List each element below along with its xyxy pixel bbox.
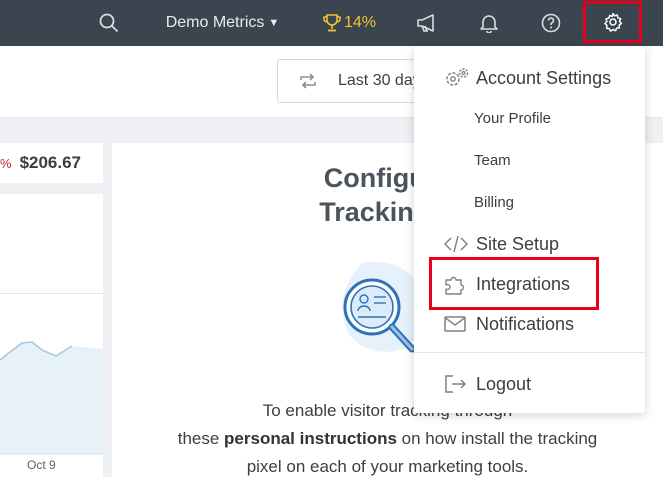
change-percent: % [0, 155, 12, 171]
menu-item-account-settings[interactable]: Account Settings [414, 64, 645, 92]
search-icon [99, 13, 119, 33]
integrations-highlight-box [429, 257, 599, 310]
setup-text-line3: pixel on each of your marketing tools. [246, 457, 529, 476]
setup-text-part3: on how install the tracking [396, 429, 598, 448]
revenue-stat: % $206.67 [0, 143, 103, 183]
menu-item-team[interactable]: Team [414, 148, 645, 172]
menu-label: Site Setup [476, 233, 560, 254]
chart-x-label: Oct 9 [27, 458, 56, 472]
menu-item-site-setup[interactable]: Site Setup [414, 230, 645, 258]
menu-label: Billing [474, 193, 515, 211]
help-button[interactable] [536, 0, 566, 46]
menu-label: Team [474, 151, 511, 169]
menu-item-logout[interactable]: Logout [414, 370, 645, 398]
help-icon [541, 13, 561, 33]
org-switcher[interactable]: Demo Metrics ▼ [160, 0, 285, 46]
sign-out-icon [444, 374, 468, 394]
gear-icon [603, 12, 622, 32]
goal-percent: 14% [343, 14, 377, 31]
gears-icon [444, 67, 470, 89]
trend-area [0, 341, 103, 455]
trophy-icon [323, 14, 341, 32]
compare-icon [298, 73, 318, 89]
setup-text-part2: these [177, 429, 225, 448]
personal-instructions-link[interactable]: personal instructions [224, 429, 397, 448]
settings-dropdown-menu: Account Settings Your Profile Team Billi… [414, 46, 645, 413]
caret-down-icon: ▼ [268, 17, 280, 29]
menu-label: Account Settings [476, 67, 612, 88]
notifications-button[interactable] [474, 0, 504, 46]
menu-label: Your Profile [474, 109, 551, 127]
bell-icon [480, 15, 498, 33]
menu-item-your-profile[interactable]: Your Profile [414, 106, 645, 130]
announcements-button[interactable] [412, 0, 442, 46]
menu-label: Notifications [476, 313, 575, 334]
trend-chart: Oct 9 [0, 194, 103, 477]
goal-progress[interactable]: 14% [318, 0, 380, 46]
menu-item-notifications[interactable]: Notifications [414, 310, 645, 338]
top-navigation-bar: Demo Metrics ▼ 14% [0, 0, 663, 46]
envelope-icon [444, 315, 466, 333]
menu-divider [414, 352, 645, 353]
settings-button[interactable] [583, 1, 642, 43]
code-icon [444, 234, 468, 254]
menu-item-billing[interactable]: Billing [414, 190, 645, 214]
search-button[interactable] [94, 0, 124, 46]
org-name: Demo Metrics [165, 14, 265, 31]
revenue-amount: $206.67 [19, 153, 82, 172]
megaphone-icon [417, 14, 434, 32]
menu-label: Logout [476, 373, 532, 394]
